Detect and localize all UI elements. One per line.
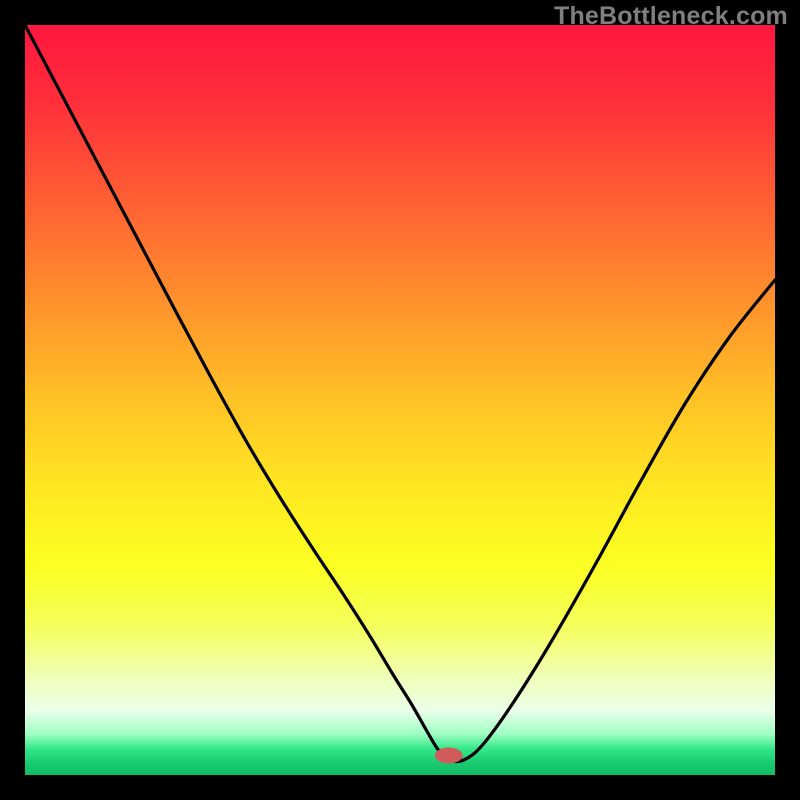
plot-area [25,25,775,775]
optimum-marker [435,748,463,764]
chart-frame: TheBottleneck.com [0,0,800,800]
gradient-background [25,25,775,775]
watermark-text: TheBottleneck.com [554,2,788,31]
plot-svg [25,25,775,775]
